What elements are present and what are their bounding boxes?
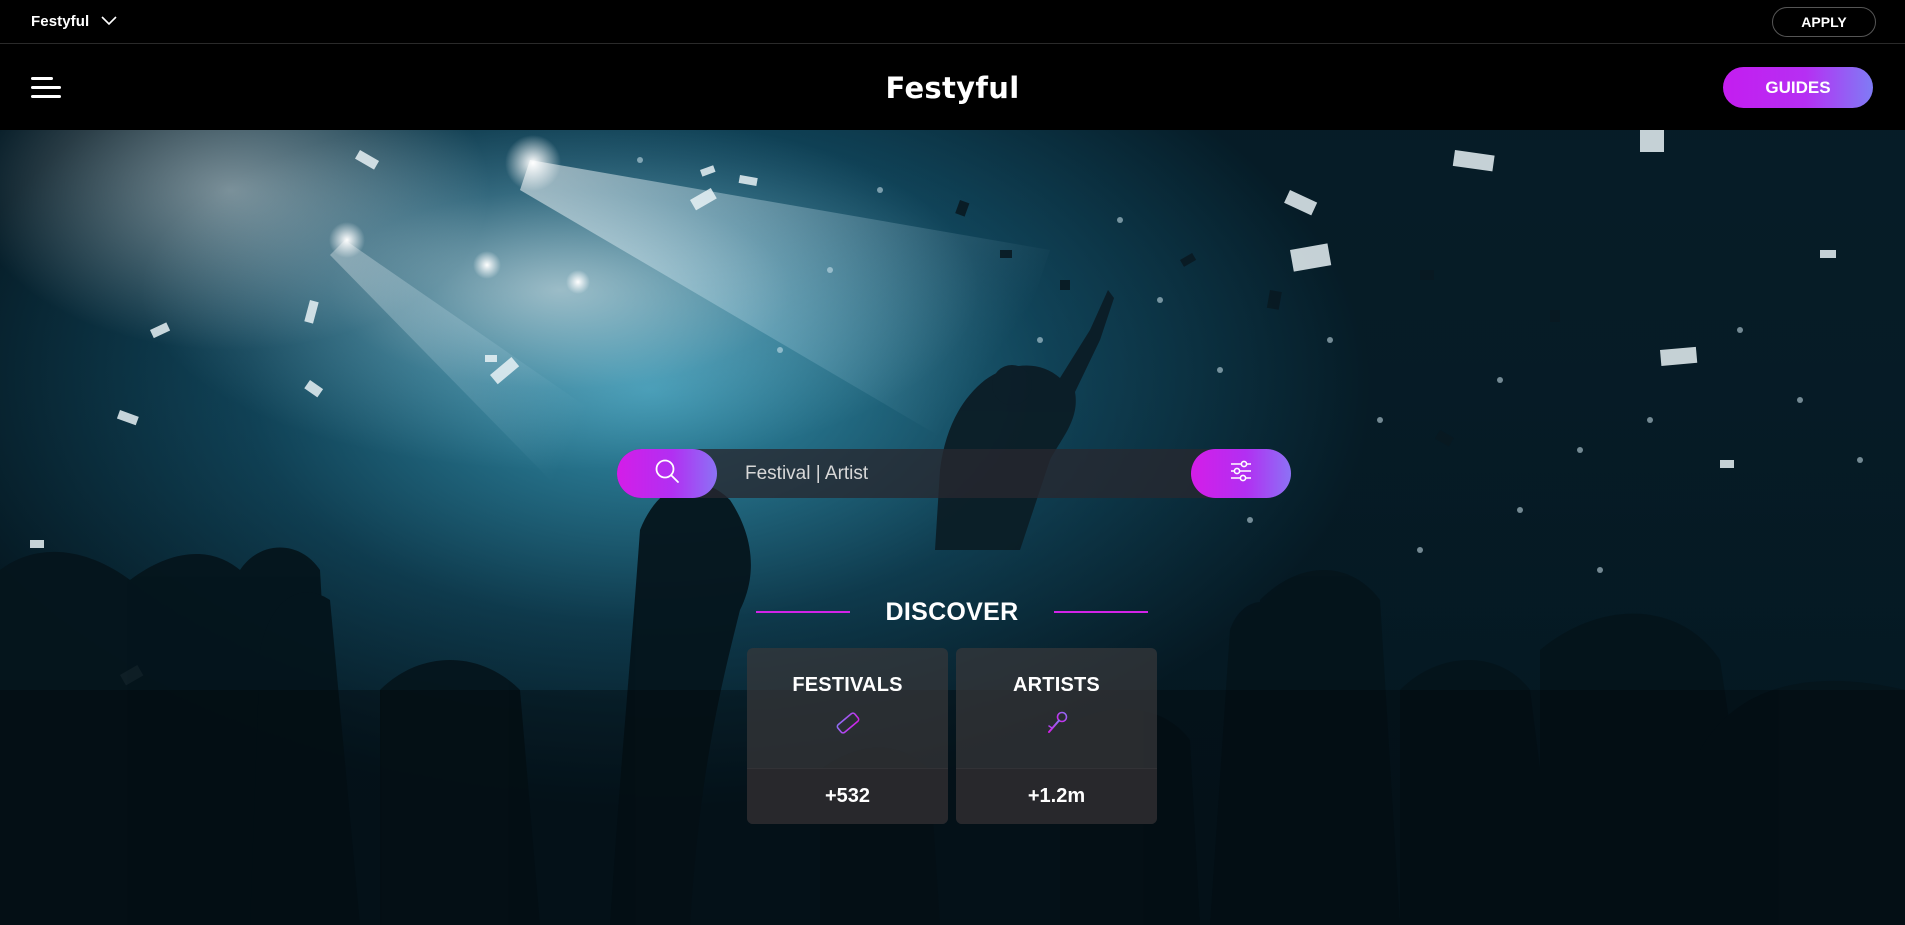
artists-card[interactable]: ARTISTS +1.2m: [956, 648, 1157, 824]
artists-card-title: ARTISTS: [1013, 674, 1100, 696]
sliders-icon: [1229, 460, 1253, 487]
discover-title: DISCOVER: [885, 597, 1019, 626]
artists-count: +1.2m: [956, 768, 1157, 824]
discover-heading: DISCOVER: [755, 596, 1149, 628]
chevron-down-icon: [101, 13, 117, 31]
search-icon: [654, 458, 680, 489]
microphone-icon: [1043, 709, 1071, 742]
search-button[interactable]: [617, 449, 717, 498]
site-logo[interactable]: Festyful: [886, 71, 1020, 105]
hero-section: DISCOVER FESTIVALS +532: [0, 130, 1905, 925]
top-bar: Festyful APPLY: [0, 0, 1905, 44]
divider-left: [755, 611, 850, 613]
menu-icon[interactable]: [31, 76, 61, 99]
festivals-count: +532: [747, 768, 948, 824]
divider-right: [1054, 611, 1149, 613]
main-header: Festyful GUIDES: [0, 45, 1905, 130]
ticket-icon: [834, 709, 862, 742]
festivals-card[interactable]: FESTIVALS +532: [747, 648, 948, 824]
search-bar: [617, 449, 1291, 498]
discover-cards: FESTIVALS +532 ARTISTS +1.2m: [747, 648, 1157, 824]
brand-switcher-label: Festyful: [31, 13, 90, 30]
filter-button[interactable]: [1191, 449, 1291, 498]
guides-button[interactable]: GUIDES: [1723, 67, 1873, 108]
festivals-card-title: FESTIVALS: [792, 674, 903, 696]
brand-switcher[interactable]: Festyful: [31, 13, 117, 31]
apply-button[interactable]: APPLY: [1772, 6, 1876, 37]
search-input[interactable]: [717, 449, 1191, 498]
